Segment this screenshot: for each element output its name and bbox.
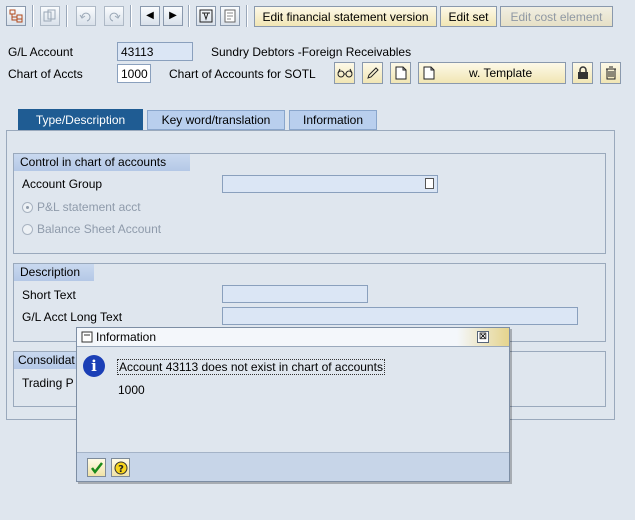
chart-of-accounts-field[interactable]: 1000 (117, 64, 151, 83)
dialog-submessage: 1000 (118, 383, 145, 397)
redo-glyph (109, 12, 121, 22)
pl-statement-label: P&L statement acct (37, 200, 141, 214)
balance-sheet-label: Balance Sheet Account (37, 222, 162, 236)
lock-button[interactable] (572, 62, 593, 84)
with-template-button[interactable]: w. Template (418, 62, 566, 84)
hierarchy-tree-glyph (9, 9, 23, 23)
chart-of-accounts-label: Chart of Accts (8, 67, 83, 81)
details-glyph (224, 9, 236, 23)
account-group-label: Account Group (22, 177, 103, 191)
dialog-message: Account 43113 does not exist in chart of… (117, 359, 385, 375)
edit-financial-statement-version-button[interactable]: Edit financial statement version (254, 6, 437, 27)
gl-account-field[interactable]: 43113 (117, 42, 193, 61)
tab-information[interactable]: Information (289, 110, 377, 130)
edit-cost-element-button[interactable]: Edit cost element (500, 6, 613, 27)
select-layout-glyph (199, 9, 213, 23)
short-text-label: Short Text (22, 288, 76, 302)
undo-glyph (79, 12, 91, 22)
template-document-icon (423, 66, 435, 80)
tab-keyword-translation[interactable]: Key word/translation (147, 110, 285, 130)
lock-icon (577, 66, 588, 79)
tab-type-description[interactable]: Type/Description (18, 109, 143, 131)
trading-partner-label: Trading P (22, 376, 74, 390)
glasses-icon (337, 68, 352, 78)
select-layout-icon[interactable] (196, 6, 216, 26)
redo-icon[interactable] (104, 6, 124, 26)
gl-account-label: G/L Account (8, 45, 73, 59)
consolidation-group-title: Consolidat (14, 352, 78, 369)
toolbar-separator (188, 5, 190, 27)
toolbar-separator (246, 5, 248, 27)
trash-icon (605, 66, 616, 80)
account-group-field[interactable] (222, 175, 438, 193)
information-icon: i (83, 355, 105, 377)
close-icon[interactable]: ⊠ (477, 331, 489, 343)
information-dialog: Information ⊠ i Account 43113 does not e… (76, 327, 510, 482)
continue-button[interactable] (87, 458, 106, 477)
document-icon (395, 66, 406, 80)
pl-radio-indicator (22, 201, 33, 213)
application-toolbar: ◀ ▶ Edit financial statement version Edi… (0, 0, 635, 34)
change-pencil-button[interactable] (362, 62, 383, 84)
pl-statement-radio[interactable]: P&L statement acct (22, 200, 141, 214)
description-group-title: Description (14, 264, 94, 281)
help-button[interactable]: ? (111, 458, 130, 477)
next-arrow-icon[interactable]: ▶ (163, 6, 183, 26)
hierarchy-tree-icon[interactable] (6, 6, 26, 26)
previous-arrow-icon[interactable]: ◀ (140, 6, 160, 26)
svg-text:?: ? (118, 464, 124, 475)
bs-radio-indicator (22, 223, 33, 235)
create-document-button[interactable] (390, 62, 411, 84)
help-icon: ? (114, 461, 127, 475)
toolbar-separator (130, 5, 132, 27)
undo-icon[interactable] (76, 6, 96, 26)
delete-trash-button[interactable] (600, 62, 621, 84)
checkmark-icon (90, 461, 103, 474)
dialog-title: Information (96, 330, 157, 344)
balance-sheet-radio[interactable]: Balance Sheet Account (22, 222, 161, 236)
short-text-field[interactable] (222, 285, 368, 303)
dialog-window-icon (81, 331, 93, 343)
gl-long-text-label: G/L Acct Long Text (22, 310, 123, 324)
with-template-label: w. Template (469, 66, 533, 80)
value-help-icon[interactable] (425, 178, 434, 189)
pencil-icon (366, 67, 379, 79)
control-group-title: Control in chart of accounts (14, 154, 190, 171)
gl-account-description: Sundry Debtors -Foreign Receivables (211, 45, 412, 59)
chart-of-accounts-description: Chart of Accounts for SOTL (169, 67, 316, 81)
details-icon[interactable] (220, 6, 240, 26)
display-glasses-button[interactable] (334, 62, 355, 84)
toolbar-separator (66, 5, 68, 27)
toolbar-separator (32, 5, 34, 27)
copy-glyph (43, 9, 56, 22)
gl-long-text-field[interactable] (222, 307, 578, 325)
copy-icon[interactable] (40, 6, 60, 26)
dialog-footer: ? (77, 452, 509, 481)
dialog-title-bar[interactable]: Information ⊠ (77, 328, 509, 347)
edit-set-button[interactable]: Edit set (440, 6, 497, 27)
